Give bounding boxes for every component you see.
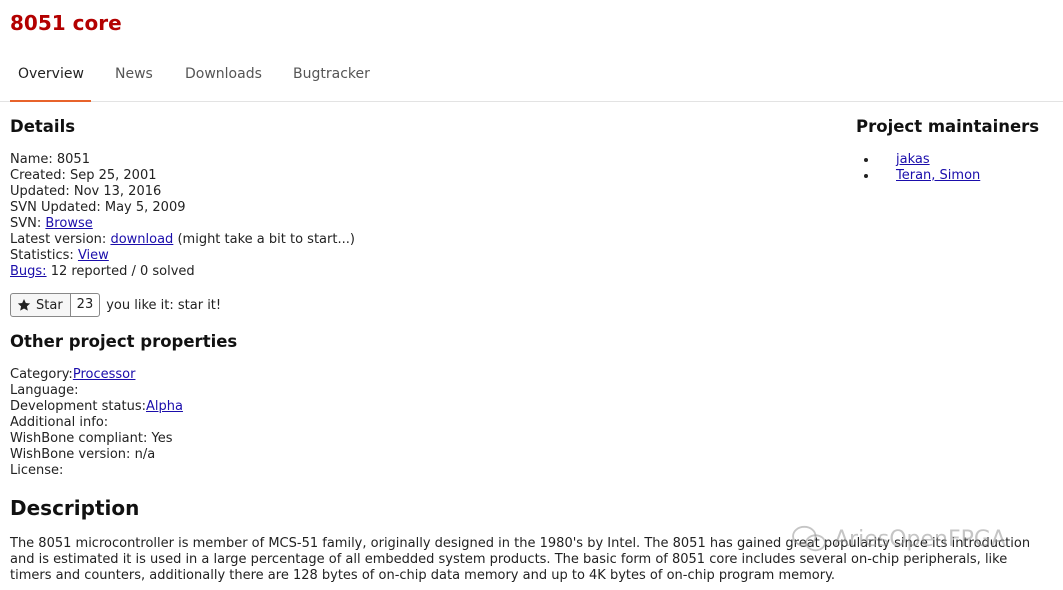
- other-properties-heading: Other project properties: [10, 332, 238, 351]
- prop-language: Language:: [10, 383, 79, 398]
- tab-bar: Overview News Downloads Bugtracker: [0, 56, 1063, 102]
- prop-wishbone-compliant: WishBone compliant: Yes: [10, 431, 173, 446]
- detail-latest-version: Latest version: download (might take a b…: [10, 232, 355, 247]
- prop-additional-info: Additional info:: [10, 415, 109, 430]
- description-heading: Description: [10, 496, 140, 520]
- prop-wishbone-version: WishBone version: n/a: [10, 447, 156, 462]
- tab-downloads[interactable]: Downloads: [185, 56, 262, 102]
- detail-updated: Updated: Nov 13, 2016: [10, 184, 162, 199]
- detail-svn: SVN: Browse: [10, 216, 93, 231]
- other-properties-list: Category:Processor Language: Development…: [10, 367, 183, 479]
- detail-svn-updated: SVN Updated: May 5, 2009: [10, 200, 186, 215]
- page-title: 8051 core: [10, 11, 122, 35]
- statistics-view-link[interactable]: View: [78, 248, 109, 263]
- detail-created: Created: Sep 25, 2001: [10, 168, 157, 183]
- tab-news[interactable]: News: [115, 56, 153, 102]
- star-button-left[interactable]: Star: [11, 294, 71, 316]
- maintainers-list: jakas Teran, Simon: [863, 152, 980, 184]
- maintainer-link-teran-simon[interactable]: Teran, Simon: [896, 168, 980, 183]
- star-row: Star 23 you like it: star it!: [10, 293, 221, 317]
- details-heading: Details: [10, 117, 76, 136]
- tab-bugtracker[interactable]: Bugtracker: [293, 56, 370, 102]
- star-note: you like it: star it!: [106, 297, 222, 313]
- watermark: AriesOpenFPGA: [790, 524, 1006, 554]
- chat-bubbles-icon: [792, 525, 826, 552]
- detail-name: Name: 8051: [10, 152, 90, 167]
- star-icon: [17, 299, 31, 311]
- prop-development-status: Development status:Alpha: [10, 399, 183, 414]
- development-status-link[interactable]: Alpha: [146, 399, 183, 414]
- detail-statistics: Statistics: View: [10, 248, 109, 263]
- detail-bugs: Bugs: 12 reported / 0 solved: [10, 264, 195, 279]
- maintainers-heading: Project maintainers: [856, 117, 1040, 136]
- maintainer-item: jakas: [863, 152, 980, 168]
- prop-license: License:: [10, 463, 64, 478]
- bugs-link[interactable]: Bugs:: [10, 264, 47, 279]
- maintainer-item: Teran, Simon: [863, 168, 980, 184]
- star-button[interactable]: Star 23: [10, 293, 101, 317]
- details-list: Name: 8051 Created: Sep 25, 2001 Updated…: [10, 152, 355, 280]
- svn-browse-link[interactable]: Browse: [45, 216, 92, 231]
- star-label: Star: [36, 297, 63, 313]
- download-link[interactable]: download: [110, 232, 173, 247]
- prop-category: Category:Processor: [10, 367, 136, 382]
- watermark-text: AriesOpenFPGA: [834, 526, 1006, 552]
- star-count[interactable]: 23: [70, 294, 100, 316]
- tab-overview[interactable]: Overview: [10, 56, 91, 102]
- maintainer-link-jakas[interactable]: jakas: [896, 152, 930, 167]
- category-link[interactable]: Processor: [73, 367, 136, 382]
